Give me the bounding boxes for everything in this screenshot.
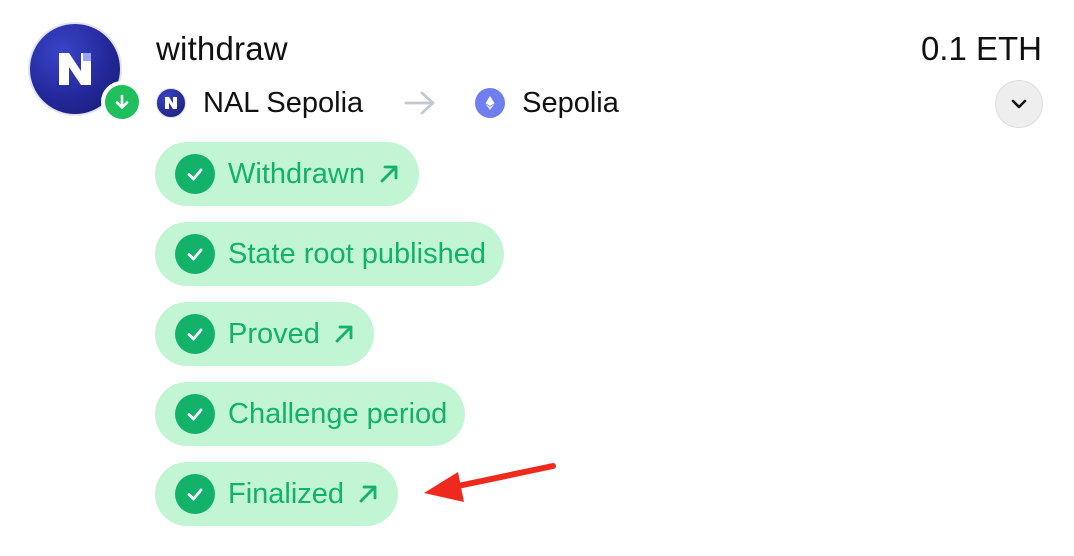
annotation-arrow-icon bbox=[424, 463, 556, 502]
step-state-root-published: State root published bbox=[155, 222, 504, 286]
external-link-icon[interactable] bbox=[356, 482, 380, 506]
nal-logo-icon bbox=[156, 88, 186, 118]
arrow-right-icon bbox=[403, 90, 437, 116]
transaction-amount: 0.1 ETH bbox=[920, 30, 1042, 67]
transaction-type: withdraw bbox=[156, 30, 288, 67]
external-link-icon[interactable] bbox=[332, 322, 356, 346]
route: NAL Sepolia Sepolia bbox=[156, 85, 619, 121]
step-challenge-period: Challenge period bbox=[155, 382, 466, 446]
step-proved[interactable]: Proved bbox=[155, 302, 374, 366]
check-icon bbox=[175, 314, 215, 354]
expand-button[interactable] bbox=[995, 80, 1043, 128]
external-link-icon[interactable] bbox=[377, 162, 401, 186]
check-icon bbox=[175, 394, 215, 434]
step-withdrawn[interactable]: Withdrawn bbox=[155, 142, 419, 206]
ethereum-icon bbox=[475, 88, 506, 118]
check-icon bbox=[175, 154, 215, 194]
step-label: Challenge period bbox=[228, 397, 448, 430]
step-label: Proved bbox=[228, 317, 320, 350]
step-label: Finalized bbox=[228, 477, 345, 510]
check-icon bbox=[175, 234, 215, 274]
check-icon bbox=[175, 474, 215, 514]
step-label: Withdrawn bbox=[228, 157, 365, 190]
step-label: State root published bbox=[228, 237, 486, 270]
to-chain-name: Sepolia bbox=[522, 86, 619, 119]
transaction-card: withdraw 0.1 ETH NAL Sepolia Sepolia Wit… bbox=[0, 0, 1074, 556]
step-finalized[interactable]: Finalized bbox=[155, 462, 399, 526]
chevron-down-icon bbox=[1009, 94, 1029, 114]
from-chain-name: NAL Sepolia bbox=[203, 86, 364, 119]
arrow-down-icon bbox=[101, 81, 143, 123]
